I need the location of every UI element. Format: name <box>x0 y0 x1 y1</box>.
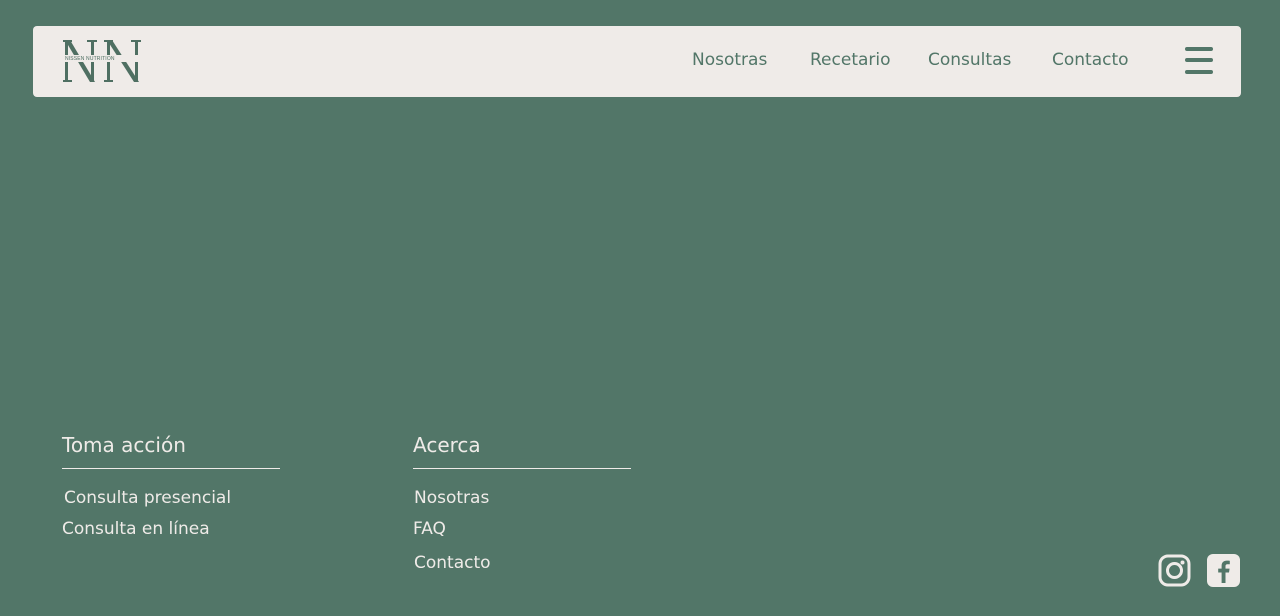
footer-heading: Acerca <box>413 433 481 457</box>
nav-link-consultas[interactable]: Consultas <box>928 50 1011 70</box>
footer-link-consulta-en-linea[interactable]: Consulta en línea <box>62 519 210 539</box>
instagram-icon[interactable] <box>1158 554 1191 587</box>
footer-column-acerca: Acerca <box>413 431 631 469</box>
footer-column-toma-accion: Toma acción <box>62 431 280 469</box>
nav-link-contacto[interactable]: Contacto <box>1052 50 1129 70</box>
footer-link-consulta-presencial[interactable]: Consulta presencial <box>64 488 231 508</box>
footer-link-faq[interactable]: FAQ <box>413 519 446 539</box>
footer-heading: Toma acción <box>62 433 186 457</box>
footer-divider <box>62 468 280 469</box>
menu-bar <box>1185 70 1213 74</box>
menu-bar <box>1185 58 1213 62</box>
top-navbar: NISSEN NUTRITION Nosotras Recetario Cons… <box>33 26 1241 97</box>
footer-link-contacto[interactable]: Contacto <box>414 553 491 573</box>
nav-link-recetario[interactable]: Recetario <box>810 50 891 70</box>
facebook-icon[interactable] <box>1207 554 1240 587</box>
footer-link-nosotras[interactable]: Nosotras <box>414 488 489 508</box>
menu-bar <box>1185 47 1213 51</box>
logo-wordmark: NISSEN NUTRITION <box>65 56 115 62</box>
hamburger-menu-icon[interactable] <box>1185 46 1213 76</box>
nav-link-nosotras[interactable]: Nosotras <box>692 50 767 70</box>
footer-divider <box>413 468 631 469</box>
